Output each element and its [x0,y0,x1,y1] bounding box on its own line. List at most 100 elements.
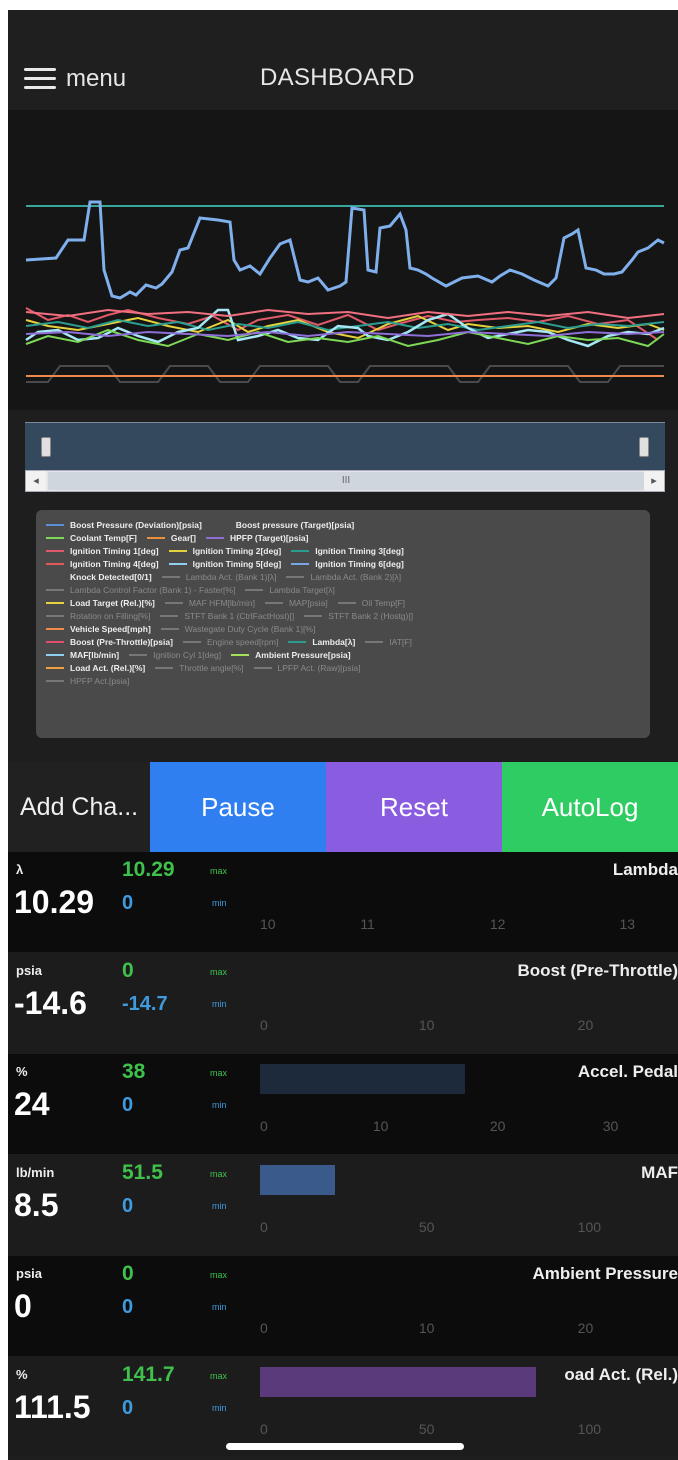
legend-label: Wastegate Duty Cycle (Bank 1)[%] [184,623,316,634]
legend-item[interactable]: MAP[psia] [264,598,328,608]
legend-item[interactable]: Lambda Act. (Bank 1)[λ] [161,571,277,582]
legend-item[interactable]: Lambda Control Factor (Bank 1) - Faster[… [46,585,235,595]
legend-label: STFT Bank 1 (CtrlFactHost)[] [184,610,295,621]
legend-item[interactable]: Load Target (Rel.)[%] [46,598,155,608]
legend-item[interactable]: Ignition Timing 5[deg] [168,558,282,569]
gauge-unit: psia [16,963,43,978]
gauge-value: -14.6 [14,985,87,1021]
menu-button[interactable]: menu [24,62,126,96]
gauge-name: Ambient Pressure [532,1264,678,1283]
legend-item[interactable]: Lambda[λ] [288,637,355,647]
legend-item[interactable]: Ignition Timing 6[deg] [291,559,404,569]
legend-item[interactable]: Vehicle Speed[mph] [46,624,151,634]
legend-item[interactable]: Knock Detected[0/1] [46,572,152,582]
autolog-button[interactable]: AutoLog [502,762,678,852]
chart-navigator[interactable] [25,422,665,470]
gauge-tick-label: 0 [260,1118,268,1134]
legend-label: Vehicle Speed[mph] [70,623,151,634]
legend-item[interactable]: STFT Bank 1 (CtrlFactHost)[] [160,611,294,621]
legend-swatch [337,601,356,604]
legend-swatch [182,640,201,643]
chart-scrollbar[interactable]: ◂ III ▸ [25,470,665,492]
legend-label: Lambda Act. (Bank 1)[λ] [185,571,277,582]
legend-item[interactable]: Boost (Pre-Throttle)[psia] [46,637,173,647]
legend-item[interactable]: Boost pressure (Target)[psia] [211,519,355,530]
legend-item[interactable]: HPFP (Target)[psia] [205,533,309,543]
gauge-row[interactable]: lb/min 8.5 51.5 0 max min 0 50 100 MAF [8,1155,678,1255]
scroll-right-arrow-icon[interactable]: ▸ [644,471,664,491]
gauge-min-value: 0 [122,1296,134,1318]
legend-item[interactable]: Load Act. (Rel.)[%] [46,663,145,673]
legend-item[interactable]: Ignition Timing 1[deg] [46,546,159,556]
legend-label: Lambda Target[λ] [269,584,335,595]
gauge-row[interactable]: psia 0 0 0 max min 0 10 20 Ambient Pressure [8,1256,678,1356]
legend-row: Load Target (Rel.)[%] MAF HFM[lb/min] MAP[… [46,596,640,609]
legend-item[interactable]: Throttle angle[%] [155,663,244,673]
legend-item[interactable]: STFT Bank 2 (Hostg)[] [304,611,413,621]
legend-item[interactable]: Engine speed[rpm] [182,637,278,647]
home-indicator[interactable] [226,1443,464,1450]
legend-item[interactable]: MAF[lb/min] [46,650,119,660]
legend-item[interactable]: Boost Pressure (Deviation)[psia] [46,520,202,530]
pause-button[interactable]: Pause [150,762,326,852]
gauge-tick-label: 20 [577,1320,594,1336]
legend-swatch [46,523,64,526]
gauge-name: Accel. Pedal [577,1062,678,1081]
legend-item[interactable]: Coolant Temp[F] [46,533,137,543]
gauge-min-label: min [212,1201,227,1211]
gauge-row[interactable]: % 24 38 0 max min 0 10 20 30 Accel. Pedal [8,1054,678,1154]
legend-label: Boost pressure (Target)[psia] [235,519,355,530]
gauge-tick-label: 100 [577,1219,602,1235]
legend-swatch [291,549,310,552]
legend-item[interactable]: LPFP Act. (Raw)[psia] [253,663,361,673]
legend-item[interactable]: Rotation on Filling[%] [46,611,150,621]
gauge-row[interactable]: psia -14.6 0 -14.7 max min 0 10 20 Boost (Pre-Thr… [8,953,678,1053]
legend-swatch [46,640,64,643]
legend-item[interactable]: MAF HFM[lb/min] [164,597,255,608]
gauge-max-value: 141.7 [122,1363,175,1386]
navigator-left-handle[interactable] [41,437,51,457]
gauge-min-label: min [212,1100,227,1110]
legend-swatch [253,666,272,669]
gauge-name: oad Act. (Rel.) [564,1365,678,1384]
navigator-right-handle[interactable] [639,437,649,457]
legend-swatch [46,614,64,617]
legend-swatch [160,627,179,630]
legend-item[interactable]: Oil Temp[F] [337,598,405,608]
scroll-left-arrow-icon[interactable]: ◂ [26,471,46,491]
gauge-max-label: max [210,1169,228,1179]
add-chart-button[interactable]: Add Cha... [8,762,150,852]
legend-item[interactable]: Ignition Timing 4[deg] [46,559,159,569]
action-bar: Add Cha... Pause Reset AutoLog [8,762,678,852]
legend-item[interactable]: IAT[F] [365,637,412,647]
gauge-row[interactable]: λ 10.29 10.29 0 max min 10 11 12 13 Lambda [8,852,678,952]
live-chart[interactable] [8,110,678,410]
legend-label: Coolant Temp[F] [70,532,137,543]
legend-swatch [155,666,174,669]
legend-item[interactable]: Ambient Pressure[psia] [231,650,351,660]
legend-label: Ignition Timing 5[deg] [192,558,282,569]
reset-button[interactable]: Reset [326,762,502,852]
legend-item[interactable]: Lambda Target[λ] [245,585,335,595]
legend-label: MAF HFM[lb/min] [188,597,255,608]
gauge-track [260,1165,678,1199]
hamburger-icon [24,68,56,90]
legend-row: Load Act. (Rel.)[%] Throttle angle[%] LPFP… [46,661,640,674]
gauge-max-value: 0 [122,959,134,982]
page-title: DASHBOARD [260,64,415,91]
scrollbar-thumb[interactable]: III [48,472,644,490]
legend-item[interactable]: Wastegate Duty Cycle (Bank 1)[%] [160,623,316,634]
legend-item[interactable]: HPFP Act.[psia] [46,676,129,686]
legend-row: Boost Pressure (Deviation)[psia] Boost pr… [46,518,640,531]
legend-item[interactable]: Gear[] [146,533,196,543]
legend-item[interactable]: Ignition Timing 2[deg] [168,546,281,556]
legend-item[interactable]: Ignition Cyl 1[deg] [129,650,221,660]
legend-swatch [205,536,224,539]
gauge-tick-label: 11 [360,916,375,932]
gauge-row[interactable]: % 111.5 141.7 0 max min 0 50 100 oad Act. (Rel.) [8,1357,678,1457]
legend-item[interactable]: Lambda Act. (Bank 2)[λ] [286,572,401,582]
gauge-value: 24 [14,1086,50,1122]
gauge-min-value: 0 [122,1397,134,1419]
header: menu DASHBOARD [8,10,678,110]
legend-item[interactable]: Ignition Timing 3[deg] [291,546,404,556]
